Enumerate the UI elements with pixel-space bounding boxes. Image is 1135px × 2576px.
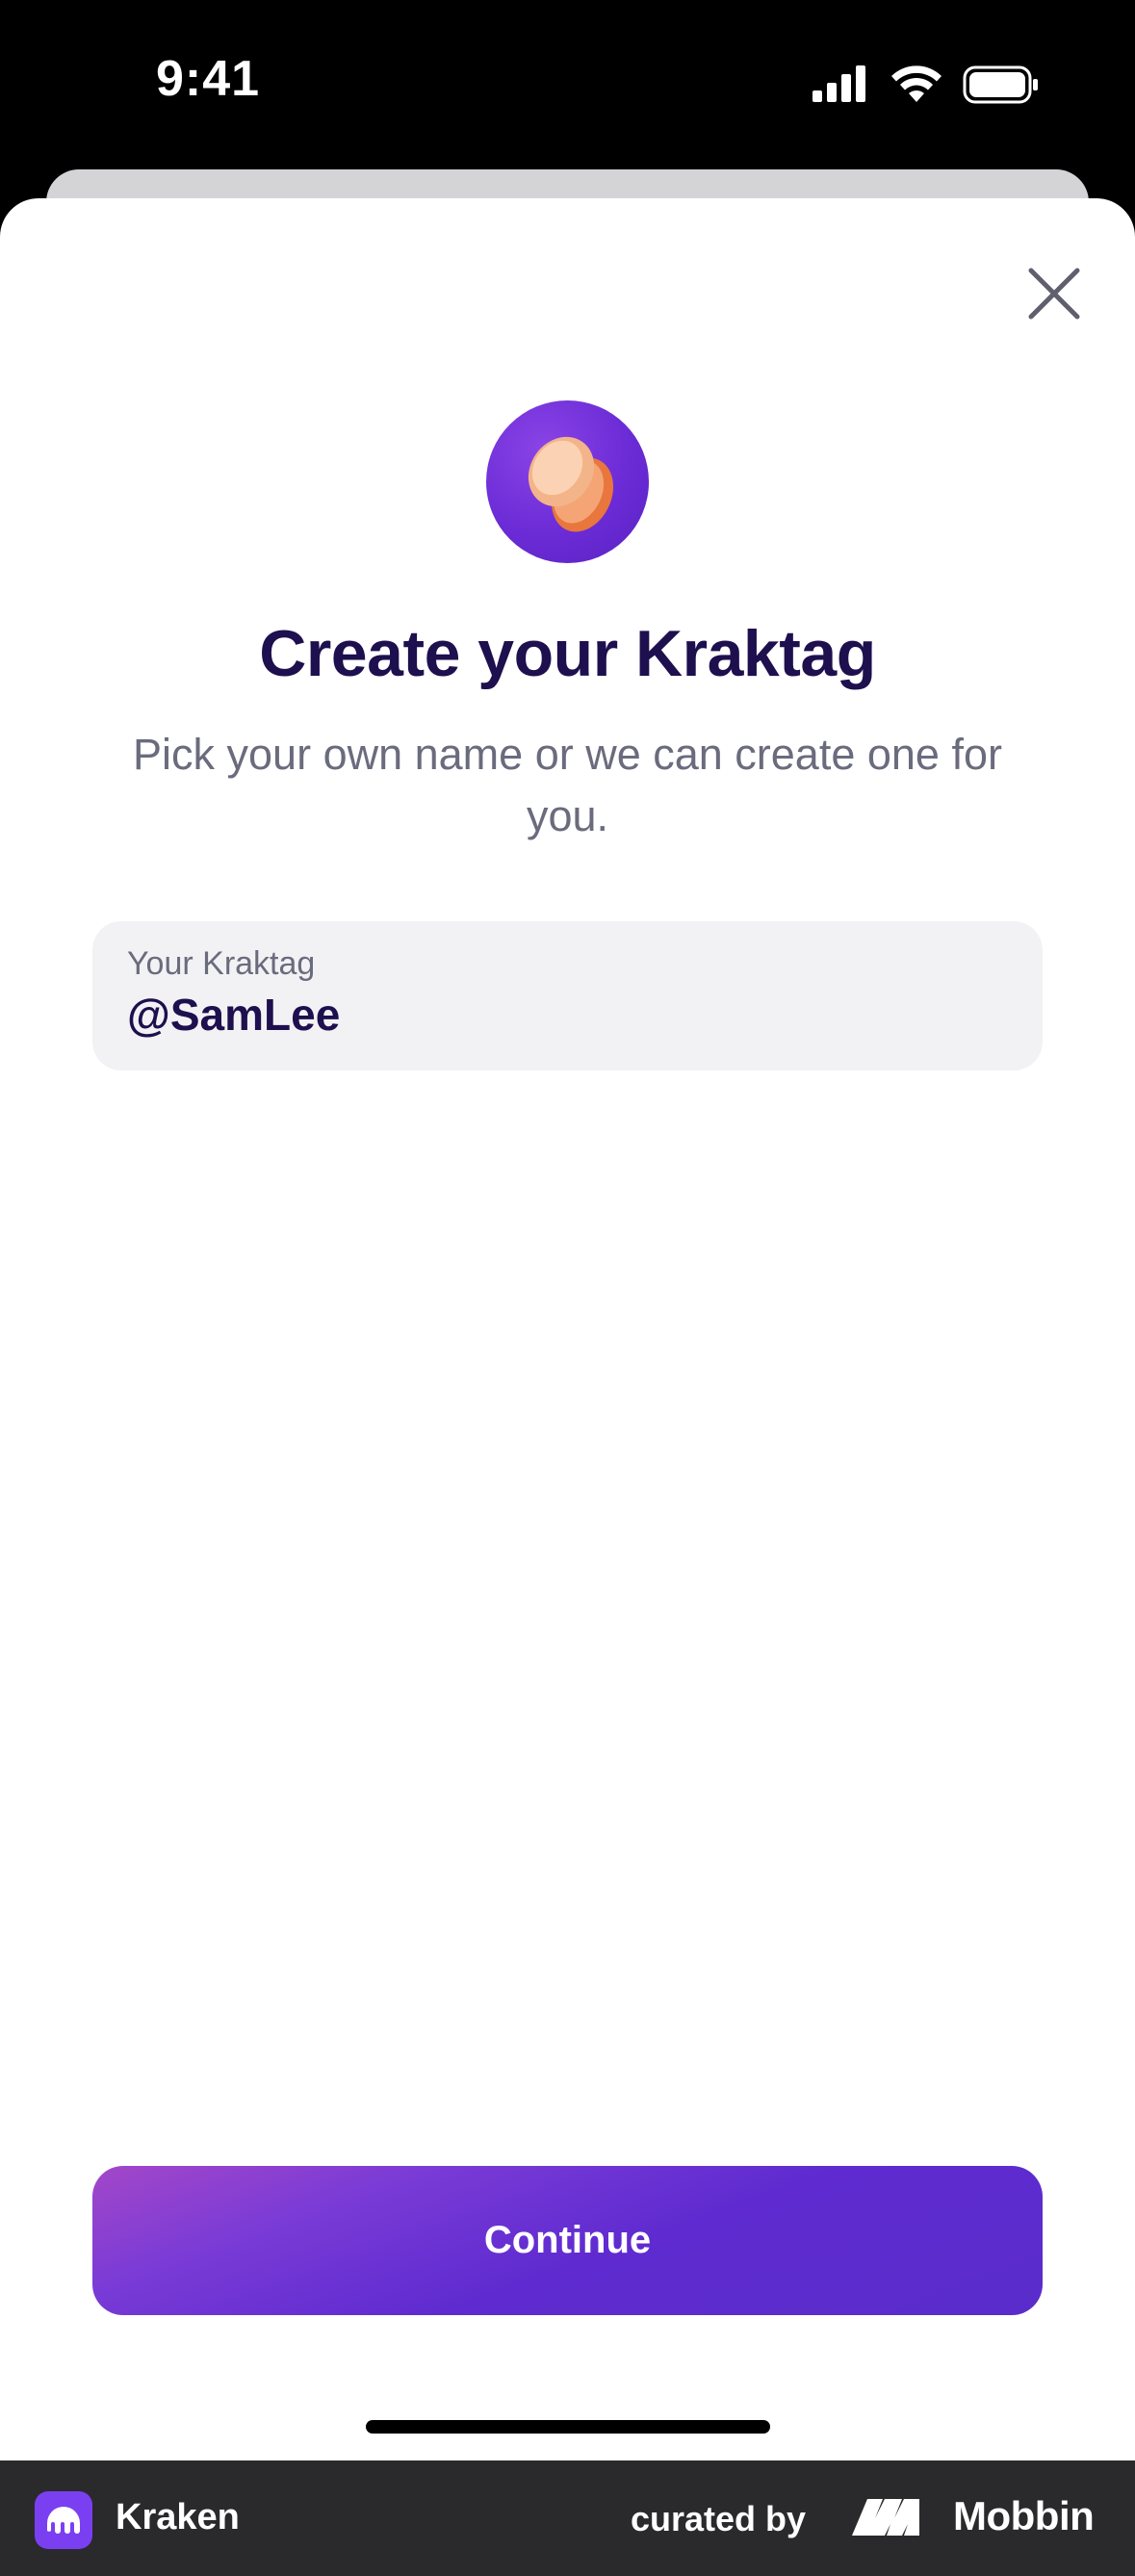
footer-brand: Mobbin (953, 2493, 1095, 2538)
footer-curated-by: curated by (631, 2499, 807, 2538)
kraktag-input[interactable]: Your Kraktag @SamLee (92, 921, 1043, 1070)
continue-button[interactable]: Continue (92, 2166, 1043, 2315)
kraktag-input-value[interactable]: @SamLee (127, 989, 340, 1041)
wifi-icon (891, 65, 942, 102)
battery-icon (963, 65, 1038, 104)
status-bar: 9:41 (0, 0, 1135, 164)
home-indicator (366, 2420, 770, 2434)
mobbin-logo-icon (852, 2499, 919, 2536)
footer-app-name: Kraken (116, 2497, 240, 2537)
status-time: 9:41 (156, 51, 261, 107)
kraktag-avatar-icon (486, 400, 649, 563)
page-title: Create your Kraktag (259, 617, 876, 690)
close-icon (1028, 268, 1080, 320)
close-button[interactable] (1020, 260, 1088, 327)
cellular-signal-icon (813, 65, 865, 102)
page-subtitle: Pick your own name or we can create one … (133, 730, 1002, 840)
kraken-logo-icon (35, 2491, 92, 2549)
footer-bar: Kraken curated by Mobbin (0, 2460, 1135, 2576)
kraktag-input-label: Your Kraktag (127, 945, 316, 982)
